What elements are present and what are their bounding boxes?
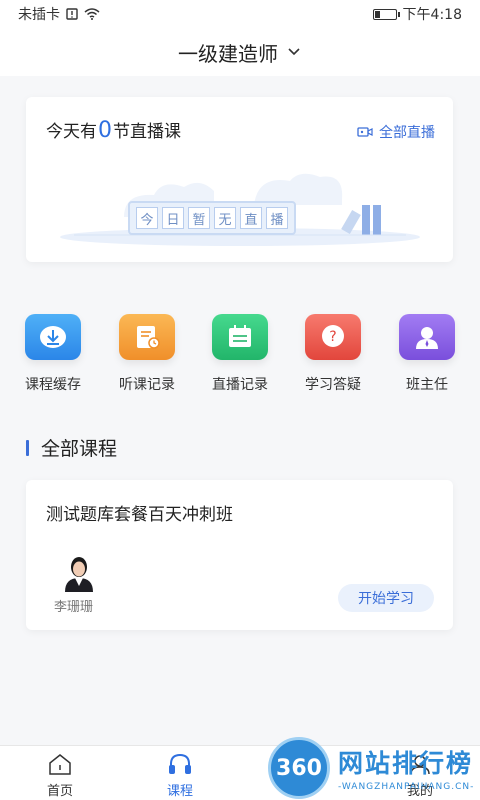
section-accent-bar	[26, 439, 29, 456]
battery-icon	[372, 8, 400, 20]
func-label[interactable]: 直播记录	[212, 374, 268, 394]
lecture-record-icon[interactable]	[119, 314, 175, 360]
func-course-cache[interactable]: 课程缓存	[13, 314, 93, 394]
func-label[interactable]: 班主任	[406, 374, 448, 394]
section-title: 全部课程	[26, 434, 117, 461]
empty-char: 无	[214, 207, 236, 229]
sim-icon	[66, 8, 78, 20]
watermark-main: 网站排行榜	[338, 749, 474, 778]
func-label[interactable]: 学习答疑	[305, 374, 361, 394]
header[interactable]: 一级建造师	[0, 28, 480, 76]
func-label[interactable]: 听课记录	[119, 374, 175, 394]
status-right: 下午4:18	[372, 4, 462, 24]
empty-char: 今	[136, 207, 158, 229]
empty-char: 暂	[188, 207, 210, 229]
all-live-link[interactable]: 全部直播	[357, 122, 435, 142]
carrier-text: 未插卡	[18, 7, 60, 23]
func-qa[interactable]: ? 学习答疑	[293, 314, 373, 394]
func-label[interactable]: 课程缓存	[25, 374, 81, 394]
section-title-text: 全部课程	[41, 438, 118, 460]
chevron-down-icon[interactable]	[286, 44, 302, 60]
live-title: 今天有 0 节直播课	[46, 117, 181, 143]
func-head-teacher[interactable]: 班主任	[387, 314, 467, 394]
video-icon	[357, 127, 373, 137]
nav-label[interactable]: 首页	[47, 780, 73, 799]
live-title-suffix: 节直播课	[113, 122, 181, 142]
status-bar: 未插卡 下午4:18	[0, 0, 480, 28]
teacher-icon[interactable]	[399, 314, 455, 360]
teacher-name: 李珊珊	[54, 600, 94, 615]
empty-char: 日	[162, 207, 184, 229]
course-card[interactable]: 测试题库套餐百天冲刺班 李珊珊 开始学习	[26, 480, 453, 630]
site-watermark: 360 网站排行榜 -WANGZHANPAIHANG.CN-	[268, 736, 480, 800]
watermark-sub: -WANGZHANPAIHANG.CN-	[338, 782, 475, 792]
download-icon[interactable]	[25, 314, 81, 360]
start-learning-button[interactable]: 开始学习	[338, 584, 434, 612]
live-card: 今天有 0 节直播课 全部直播 今 日 暂 无 直 播	[26, 97, 453, 262]
question-icon[interactable]: ?	[305, 314, 361, 360]
status-left: 未插卡	[18, 4, 100, 24]
func-lecture-record[interactable]: 听课记录	[107, 314, 187, 394]
watermark-badge: 360	[268, 737, 330, 799]
headphones-icon[interactable]	[167, 752, 193, 776]
wifi-icon	[84, 8, 100, 20]
svg-text:?: ?	[329, 329, 336, 345]
nav-home[interactable]: 首页	[20, 752, 100, 799]
empty-char: 直	[240, 207, 262, 229]
live-title-prefix: 今天有	[46, 122, 97, 142]
empty-live-sign: 今 日 暂 无 直 播	[128, 201, 296, 235]
nav-label[interactable]: 课程	[167, 780, 193, 799]
all-live-label[interactable]: 全部直播	[379, 122, 435, 142]
clock-text: 下午4:18	[402, 7, 462, 23]
home-icon[interactable]	[47, 752, 73, 776]
calendar-icon[interactable]	[212, 314, 268, 360]
exam-selector-title[interactable]: 一级建造师	[178, 38, 278, 67]
live-count: 0	[98, 118, 112, 143]
empty-char: 播	[266, 207, 288, 229]
function-grid: 课程缓存 听课记录 直播记录 ? 学习答疑 班主任	[0, 314, 480, 398]
nav-course[interactable]: 课程	[140, 752, 220, 799]
func-live-record[interactable]: 直播记录	[200, 314, 280, 394]
watermark-text: 网站排行榜 -WANGZHANPAIHANG.CN-	[338, 744, 474, 792]
teacher-avatar	[65, 557, 93, 592]
course-title[interactable]: 测试题库套餐百天冲刺班	[46, 500, 233, 525]
